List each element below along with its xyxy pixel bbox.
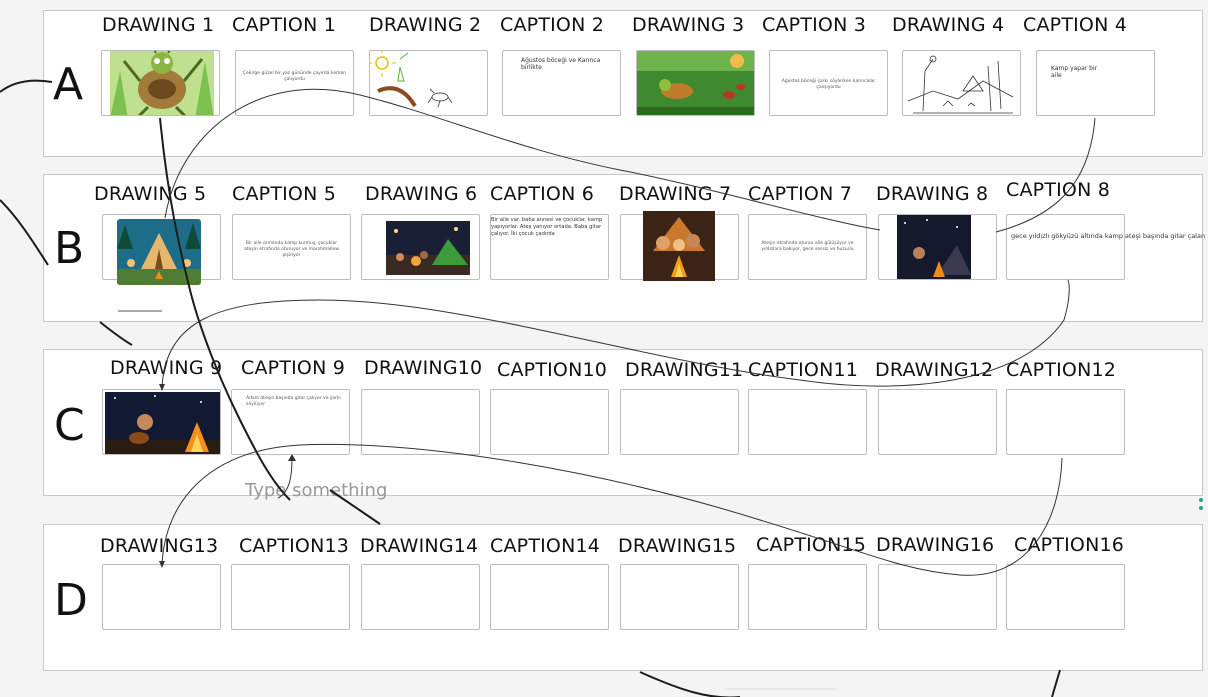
drawing-card[interactable] bbox=[361, 214, 480, 280]
row-label-a: A bbox=[53, 59, 84, 110]
caption-card[interactable]: Ateşin etrafında oturan aile gülüşüyor v… bbox=[748, 214, 867, 280]
cell-title: DRAWING 9 bbox=[110, 357, 223, 379]
night-camp-tent-icon bbox=[386, 221, 470, 275]
row-label-d: D bbox=[54, 575, 88, 626]
scroll-handle[interactable] bbox=[1199, 506, 1203, 510]
caption-card[interactable]: gece yıldızlı gökyüzü altında kamp ateşi… bbox=[1006, 214, 1205, 280]
cell-title: DRAWING15 bbox=[618, 535, 737, 557]
connector-line bbox=[1051, 669, 1061, 697]
grasshopper-illustration-icon bbox=[110, 51, 214, 115]
cell-title: DRAWING 3 bbox=[632, 14, 745, 36]
guitar-campfire-icon bbox=[105, 392, 220, 454]
cell-title: DRAWING 4 bbox=[892, 14, 1005, 36]
grasshopper-ants-scene-icon bbox=[637, 51, 754, 115]
caption-card[interactable]: Bir aile ormanda kamp kurmuş, çocuklar a… bbox=[232, 214, 351, 280]
drawing-card[interactable] bbox=[878, 389, 997, 455]
cell-title: CAPTION16 bbox=[1014, 534, 1125, 556]
drawing-card[interactable] bbox=[620, 389, 739, 455]
cell-title: CAPTION12 bbox=[1006, 359, 1117, 381]
connector-line bbox=[0, 199, 49, 266]
cell-title: DRAWING 7 bbox=[619, 183, 732, 205]
caption-card[interactable]: Kamp yapar bir aile bbox=[1036, 50, 1155, 116]
caption-card[interactable] bbox=[748, 564, 867, 630]
cell-title: CAPTION 2 bbox=[500, 14, 605, 36]
caption-text: Ağustos böceği ve Karınca birlikte bbox=[521, 57, 601, 71]
starry-night-campfire-icon bbox=[897, 215, 971, 279]
caption-card[interactable]: Bir aile var. baba annesi ve çocuklar. k… bbox=[490, 214, 609, 280]
cell-title: CAPTION 9 bbox=[241, 357, 346, 379]
scroll-handle[interactable] bbox=[1199, 498, 1203, 502]
caption-text: gece yıldızlı gökyüzü altında kamp ateşi… bbox=[1011, 233, 1206, 240]
drawing-card[interactable] bbox=[361, 564, 480, 630]
connector-line bbox=[639, 671, 740, 697]
caption-text: Adam ateşin başında gitar çalıyor ve şar… bbox=[246, 396, 341, 407]
cell-title: DRAWING 2 bbox=[369, 14, 482, 36]
row-label-c: C bbox=[54, 400, 85, 451]
drawing-card[interactable] bbox=[369, 50, 488, 116]
caption-card[interactable] bbox=[1006, 564, 1125, 630]
caption-text: Kamp yapar bir aile bbox=[1051, 65, 1098, 79]
drawing-card[interactable] bbox=[636, 50, 755, 116]
caption-card[interactable]: Ağustos böceği ve Karınca birlikte bbox=[502, 50, 621, 116]
cell-title: CAPTION 1 bbox=[232, 14, 337, 36]
connector-line bbox=[99, 321, 133, 346]
type-something-placeholder[interactable]: Type something bbox=[245, 480, 387, 501]
cell-title: DRAWING14 bbox=[360, 535, 479, 557]
camping-sketch-icon bbox=[903, 51, 1020, 115]
cell-title: CAPTION 8 bbox=[1006, 179, 1111, 201]
drawing-card[interactable] bbox=[620, 564, 739, 630]
cell-title: DRAWING13 bbox=[100, 535, 219, 557]
caption-text: Bir aile ormanda kamp kurmuş, çocuklar a… bbox=[244, 241, 339, 258]
cell-title: CAPTION 5 bbox=[232, 183, 337, 205]
caption-card[interactable]: Adam ateşin başında gitar çalıyor ve şar… bbox=[231, 389, 350, 455]
drawing-card[interactable] bbox=[878, 564, 997, 630]
cell-title: DRAWING16 bbox=[876, 534, 995, 556]
row-label-b: B bbox=[54, 223, 85, 274]
drawing-card[interactable] bbox=[878, 214, 997, 280]
cell-title: CAPTION 6 bbox=[490, 183, 595, 205]
cell-title: DRAWING11 bbox=[625, 359, 744, 381]
family-tent-cartoon-icon bbox=[117, 219, 201, 285]
drawing-card[interactable] bbox=[902, 50, 1021, 116]
caption-text: Bir aile var. baba annesi ve çocuklar. k… bbox=[491, 217, 603, 237]
cell-title: DRAWING 5 bbox=[94, 183, 207, 205]
cell-title: CAPTION13 bbox=[239, 535, 350, 557]
caption-card[interactable] bbox=[1006, 389, 1125, 455]
drawing-card[interactable] bbox=[620, 211, 739, 281]
cell-title: DRAWING 1 bbox=[102, 14, 215, 36]
drawing-card[interactable] bbox=[102, 214, 221, 285]
caption-card[interactable]: Çekirge güzel bir yaz gününde çayırda ke… bbox=[235, 50, 354, 116]
caption-text: Çekirge güzel bir yaz gününde çayırda ke… bbox=[242, 71, 347, 82]
drawing-card[interactable] bbox=[102, 564, 221, 630]
cell-title: CAPTION 3 bbox=[762, 14, 867, 36]
cell-title: DRAWING10 bbox=[364, 357, 483, 379]
cell-title: DRAWING 6 bbox=[365, 183, 478, 205]
drawing-card[interactable] bbox=[361, 389, 480, 455]
cell-title: DRAWING 8 bbox=[876, 183, 989, 205]
caption-text: Ağustos böceği şarkı söylerken karıncala… bbox=[781, 79, 876, 90]
cell-title: CAPTION14 bbox=[490, 535, 601, 557]
caption-card[interactable] bbox=[490, 389, 609, 455]
family-campfire-icon bbox=[643, 211, 715, 281]
cell-title: DRAWING12 bbox=[875, 359, 994, 381]
caption-card[interactable]: Ağustos böceği şarkı söylerken karıncala… bbox=[769, 50, 888, 116]
drawing-card[interactable] bbox=[102, 389, 221, 455]
cell-title: CAPTION15 bbox=[756, 534, 867, 556]
sketch-grasshopper-ant-icon bbox=[370, 51, 487, 115]
cell-title: CAPTION 7 bbox=[748, 183, 853, 205]
cell-title: CAPTION11 bbox=[748, 359, 859, 381]
caption-card[interactable] bbox=[490, 564, 609, 630]
caption-card[interactable] bbox=[231, 564, 350, 630]
cell-title: CAPTION10 bbox=[497, 359, 608, 381]
caption-text: Ateşin etrafında oturan aile gülüşüyor v… bbox=[761, 241, 854, 252]
drawing-card[interactable] bbox=[101, 50, 220, 116]
cell-title: CAPTION 4 bbox=[1023, 14, 1128, 36]
caption-card[interactable] bbox=[748, 389, 867, 455]
